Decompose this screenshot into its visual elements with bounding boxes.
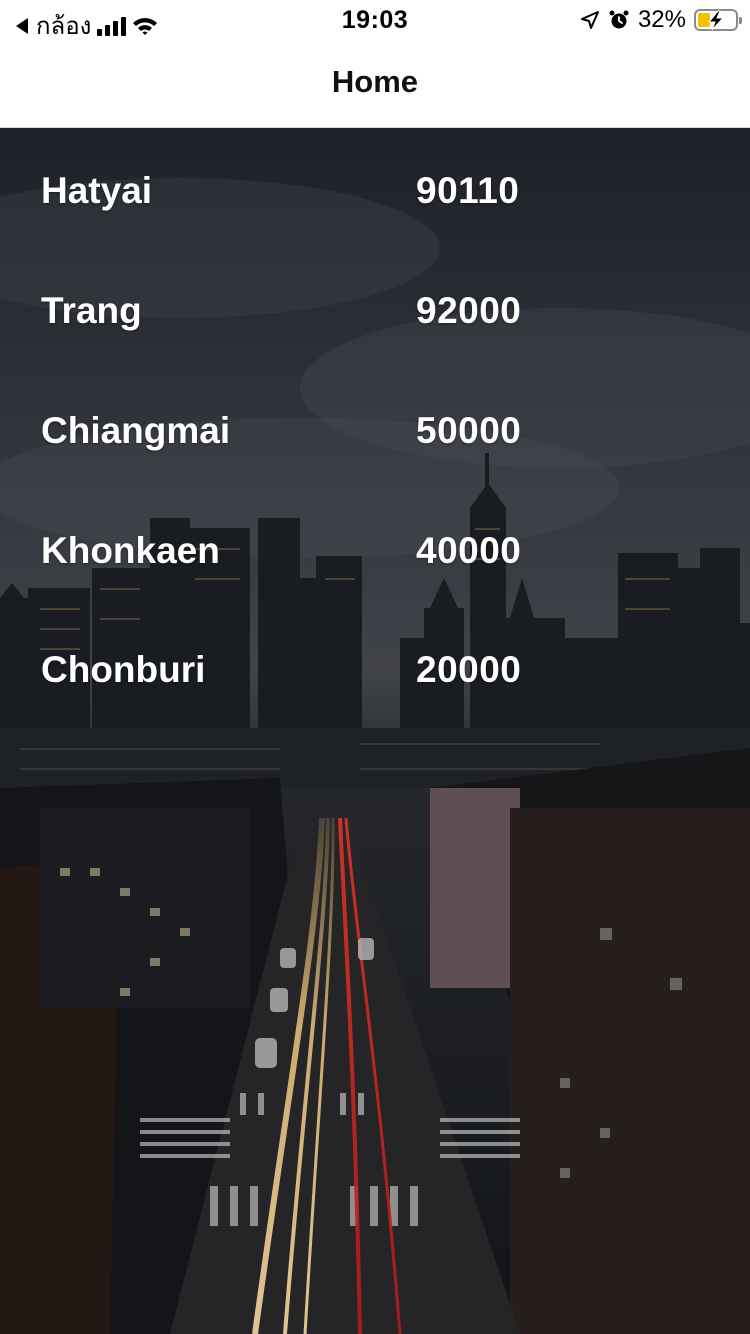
app-screen: กล้อง 19:03 32% Home Hatyai 90110 Trang … xyxy=(0,0,750,1334)
list-item[interactable]: Hatyai 90110 xyxy=(0,170,750,230)
postal-code: 50000 xyxy=(416,410,522,451)
postal-code: 92000 xyxy=(416,290,522,331)
battery-charging-icon xyxy=(694,9,742,31)
battery-cap xyxy=(739,17,742,24)
city-name: Trang xyxy=(41,290,142,331)
list-item[interactable]: Chiangmai 50000 xyxy=(0,410,750,470)
page-title: Home xyxy=(331,64,419,99)
city-name: Chiangmai xyxy=(41,410,231,451)
battery-percent: 32% xyxy=(637,6,686,33)
status-bar: กล้อง 19:03 32% xyxy=(0,0,750,40)
postal-code: 40000 xyxy=(416,530,522,571)
list-item[interactable]: Khonkaen 40000 xyxy=(0,530,750,590)
city-name: Chonburi xyxy=(41,649,206,690)
list-item[interactable]: Trang 92000 xyxy=(0,290,750,350)
status-right: 32% xyxy=(580,6,742,34)
location-arrow-icon xyxy=(580,11,599,29)
list-item[interactable]: Chonburi 20000 xyxy=(0,649,750,709)
city-name: Hatyai xyxy=(41,170,153,211)
city-name: Khonkaen xyxy=(41,530,220,571)
navigation-bar: Home xyxy=(0,40,750,128)
charging-bolt-icon xyxy=(707,10,725,31)
postal-code: 20000 xyxy=(416,649,522,690)
postal-code: 90110 xyxy=(416,170,520,211)
places-list-view[interactable]: Hatyai 90110 Trang 92000 Chiangmai 50000… xyxy=(0,128,750,1334)
alarm-clock-icon xyxy=(609,10,629,29)
